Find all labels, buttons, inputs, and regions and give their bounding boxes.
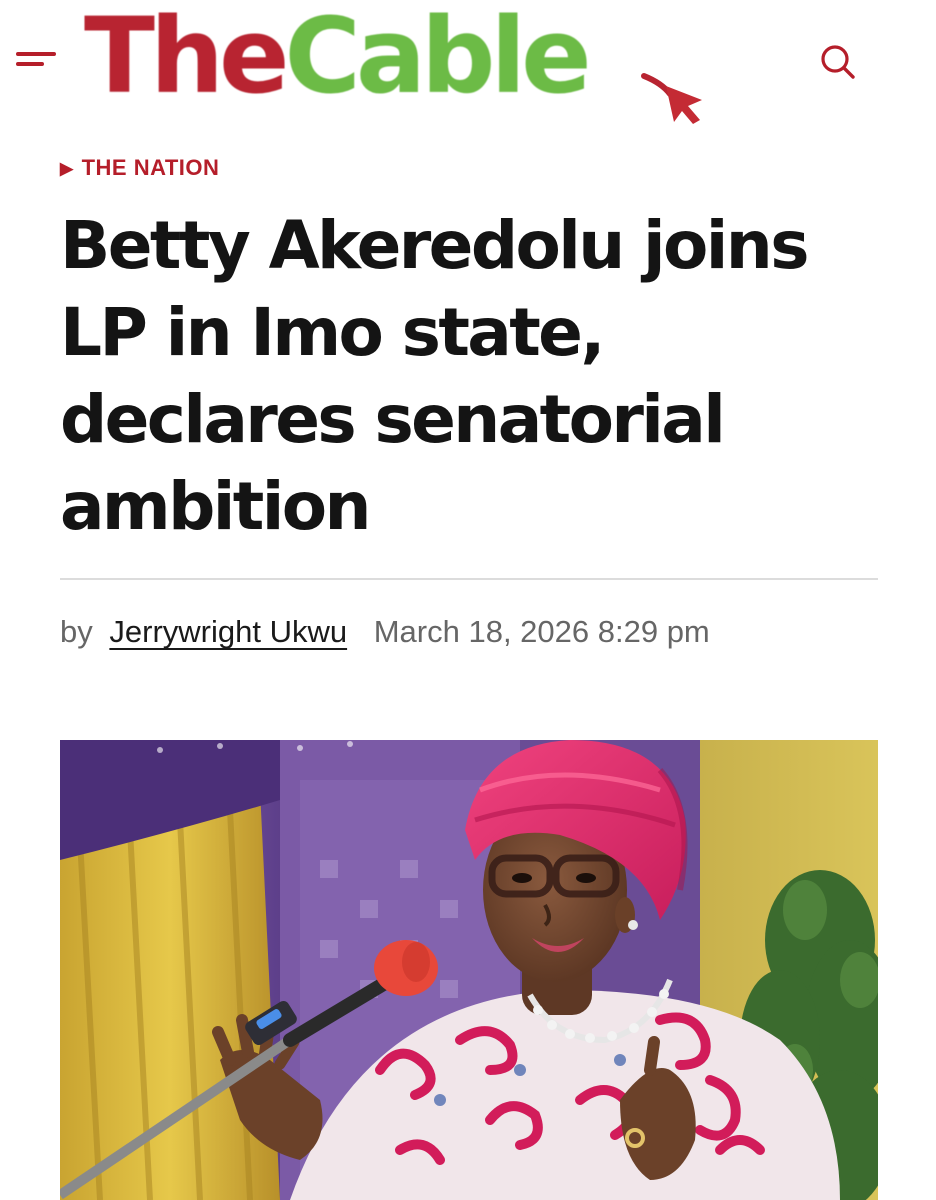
article-headline: Betty Akeredolu joins LP in Imo state, d… bbox=[60, 207, 809, 545]
category-label: THE NATION bbox=[81, 155, 220, 180]
article-photo bbox=[60, 740, 878, 1200]
byline: by Jerrywright Ukwu March 18, 2026 8:29 … bbox=[60, 614, 878, 650]
site-header: TheCable bbox=[0, 0, 936, 125]
publish-date: March 18, 2026 8:29 pm bbox=[373, 614, 710, 649]
article-photo-image bbox=[60, 740, 878, 1200]
triangle-right-icon: ▶ bbox=[60, 158, 74, 178]
site-logo[interactable]: TheCable bbox=[84, 0, 592, 126]
search-icon[interactable] bbox=[818, 42, 858, 82]
cursor-arrow-icon bbox=[641, 73, 702, 124]
logo-text-cable: Cable bbox=[284, 0, 592, 117]
byline-prefix: by bbox=[60, 614, 93, 649]
author-link[interactable]: Jerrywright Ukwu bbox=[109, 614, 347, 649]
category-link[interactable]: ▶ THE NATION bbox=[60, 150, 878, 186]
article-page: TheCable ▶ THE NATION Betty Akeredolu jo… bbox=[0, 0, 936, 1200]
hamburger-menu-icon[interactable] bbox=[12, 46, 58, 72]
article-header: ▶ THE NATION Betty Akeredolu joins LP in… bbox=[60, 150, 878, 650]
divider bbox=[60, 578, 878, 580]
logo-text-the: The bbox=[84, 0, 290, 117]
